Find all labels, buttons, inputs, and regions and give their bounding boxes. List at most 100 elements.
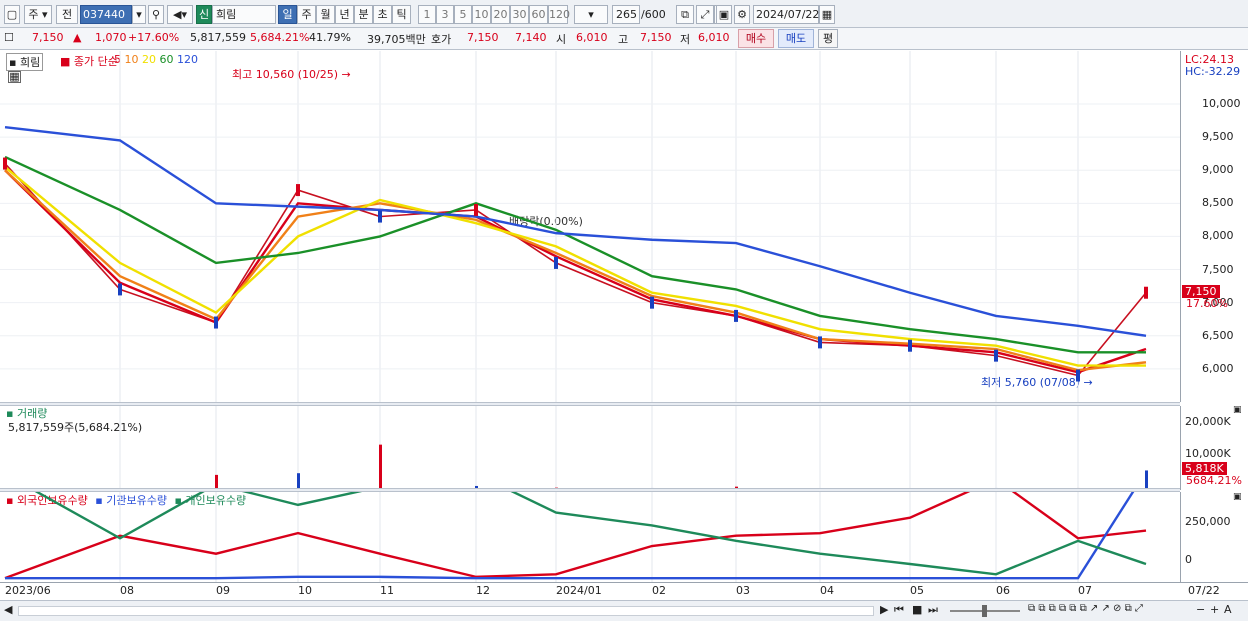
font-size-icon[interactable]: A xyxy=(1224,603,1232,616)
count-button-5[interactable]: 5 xyxy=(454,5,472,24)
volume-close-icon[interactable]: ▣ xyxy=(1233,405,1242,415)
period-button-3[interactable]: 년 xyxy=(335,5,354,24)
x-label-13: 07/22 xyxy=(1188,584,1220,597)
volume-chart[interactable] xyxy=(0,406,1180,490)
volume-rate: 5,684.21% xyxy=(250,31,310,44)
stock-name-field[interactable]: 희림 xyxy=(212,5,276,24)
high-price: 7,150 xyxy=(640,31,672,44)
period-button-6[interactable]: 틱 xyxy=(392,5,411,24)
speaker-icon[interactable]: ◀▾ xyxy=(167,5,193,24)
draw-tool-icon[interactable]: ⤢ xyxy=(696,5,714,24)
price-axis-label-8: 6,000 xyxy=(1202,361,1234,375)
current-price: 7,150 xyxy=(32,31,64,44)
holdings-chart[interactable] xyxy=(0,492,1180,582)
chart-settings-icon[interactable]: ⧉ xyxy=(676,5,694,24)
turnover-rate: 41.79% xyxy=(309,31,351,44)
candle xyxy=(1076,369,1080,382)
price-chart[interactable] xyxy=(0,51,1180,402)
holdings-axis xyxy=(1180,492,1248,582)
fast-forward-icon[interactable]: ⏭ xyxy=(928,603,938,617)
x-label-8: 03 xyxy=(736,584,750,597)
volume-value: 5,817,559 xyxy=(190,31,246,44)
price-change: 1,070 xyxy=(95,31,127,44)
price-axis-label-4: 8,000 xyxy=(1202,229,1234,243)
horizontal-scrollbar[interactable] xyxy=(18,606,874,616)
candle xyxy=(378,210,382,223)
candle xyxy=(214,316,218,329)
count-button-120[interactable]: 120 xyxy=(548,5,570,24)
new-stock-badge: 신 xyxy=(196,5,212,24)
count-button-20[interactable]: 20 xyxy=(491,5,510,24)
last-rate-label: 17.60% xyxy=(1186,297,1228,310)
x-label-9: 04 xyxy=(820,584,834,597)
buy-button[interactable]: 매수 xyxy=(738,29,774,48)
candle xyxy=(554,256,558,269)
prev-button[interactable]: 전 xyxy=(56,5,78,24)
search-icon[interactable]: ⚲ xyxy=(148,5,164,24)
price-axis-label-3: 8,500 xyxy=(1202,196,1234,210)
bars-count-input[interactable]: 265 xyxy=(612,5,640,24)
open-label: 시 xyxy=(556,33,567,46)
x-label-2: 09 xyxy=(216,584,230,597)
candle xyxy=(908,339,912,352)
stop-icon[interactable]: ■ xyxy=(912,603,922,616)
volume-axis-label-1: 20,000K xyxy=(1185,415,1231,428)
zoom-out-icon[interactable]: − xyxy=(1196,603,1205,616)
x-label-11: 06 xyxy=(996,584,1010,597)
toolbar: ▢ 주 ▾ 전 037440 ▾ ⚲ ◀▾ 신 희림 ▾ 265 /600 ⧉ … xyxy=(0,0,1248,28)
count-button-1[interactable]: 1 xyxy=(418,5,436,24)
period-button-4[interactable]: 분 xyxy=(354,5,373,24)
price-axis-label-1: 9,500 xyxy=(1202,130,1234,144)
trade-amount: 39,705백만 xyxy=(367,33,426,46)
price-axis-label-7: 6,500 xyxy=(1202,328,1234,342)
count-button-30[interactable]: 30 xyxy=(510,5,529,24)
period-button-1[interactable]: 주 xyxy=(297,5,316,24)
count-dropdown[interactable]: ▾ xyxy=(574,5,608,24)
candle xyxy=(3,157,7,170)
rewind-icon[interactable]: ⏮ xyxy=(894,603,904,617)
save-icon[interactable]: ▣ xyxy=(716,5,732,24)
date-input[interactable]: 2024/07/22 xyxy=(753,5,819,24)
high-label: 고 xyxy=(618,33,629,46)
period-button-5[interactable]: 초 xyxy=(373,5,392,24)
price-series-ma120 xyxy=(4,125,1147,337)
volume-bar xyxy=(379,444,382,490)
holdings-close-icon[interactable]: ▣ xyxy=(1233,492,1242,502)
scroll-left-icon[interactable]: ◀ xyxy=(4,603,12,616)
count-button-10[interactable]: 10 xyxy=(472,5,491,24)
scroll-right-icon[interactable]: ▶ xyxy=(880,603,888,616)
candle xyxy=(650,296,654,309)
holdings-axis-label-2: 0 xyxy=(1185,553,1192,566)
x-label-1: 08 xyxy=(120,584,134,597)
bottom-toolbar: ◀ ▶ ⏮ ■ ⏭ ⧉ ⧉ ⧉ ⧉ ⧉ ⧉ ↗ ↗ ⊘ ⧉ ⤢ − + A xyxy=(0,600,1248,621)
candle xyxy=(296,184,300,197)
period-button-0[interactable]: 일 xyxy=(278,5,297,24)
calendar-icon[interactable]: ▦ xyxy=(819,5,835,24)
code-dropdown-icon[interactable]: ▾ xyxy=(132,5,146,24)
x-label-3: 10 xyxy=(298,584,312,597)
market-type-select[interactable]: 주 ▾ xyxy=(24,5,52,24)
bars-total-label: /600 xyxy=(641,8,666,21)
open-price: 6,010 xyxy=(576,31,608,44)
candle xyxy=(734,309,738,322)
sell-button[interactable]: 매도 xyxy=(778,29,814,48)
x-label-4: 11 xyxy=(380,584,394,597)
x-axis-line xyxy=(0,582,1248,583)
screen-icon[interactable]: ▢ xyxy=(4,5,20,24)
avg-button[interactable]: 평 xyxy=(818,29,838,48)
x-label-10: 05 xyxy=(910,584,924,597)
zoom-in-icon[interactable]: + xyxy=(1210,603,1219,616)
holdings-series-0 xyxy=(4,492,1147,580)
up-arrow-icon: ▲ xyxy=(73,31,82,44)
stock-code-input[interactable]: 037440 xyxy=(80,5,132,24)
quote-check-icon[interactable]: ☐ xyxy=(4,31,14,44)
price-axis-label-0: 10,000 xyxy=(1202,96,1241,110)
count-button-60[interactable]: 60 xyxy=(529,5,548,24)
hc-label: HC:-32.29 xyxy=(1185,65,1241,78)
count-button-3[interactable]: 3 xyxy=(436,5,454,24)
candle xyxy=(118,283,122,296)
tool-icons[interactable]: ⧉ ⧉ ⧉ ⧉ ⧉ ⧉ ↗ ↗ ⊘ ⧉ ⤢ xyxy=(1028,603,1143,614)
period-button-2[interactable]: 월 xyxy=(316,5,335,24)
zoom-slider-handle[interactable] xyxy=(982,605,987,617)
gear-icon[interactable]: ⚙ xyxy=(734,5,750,24)
